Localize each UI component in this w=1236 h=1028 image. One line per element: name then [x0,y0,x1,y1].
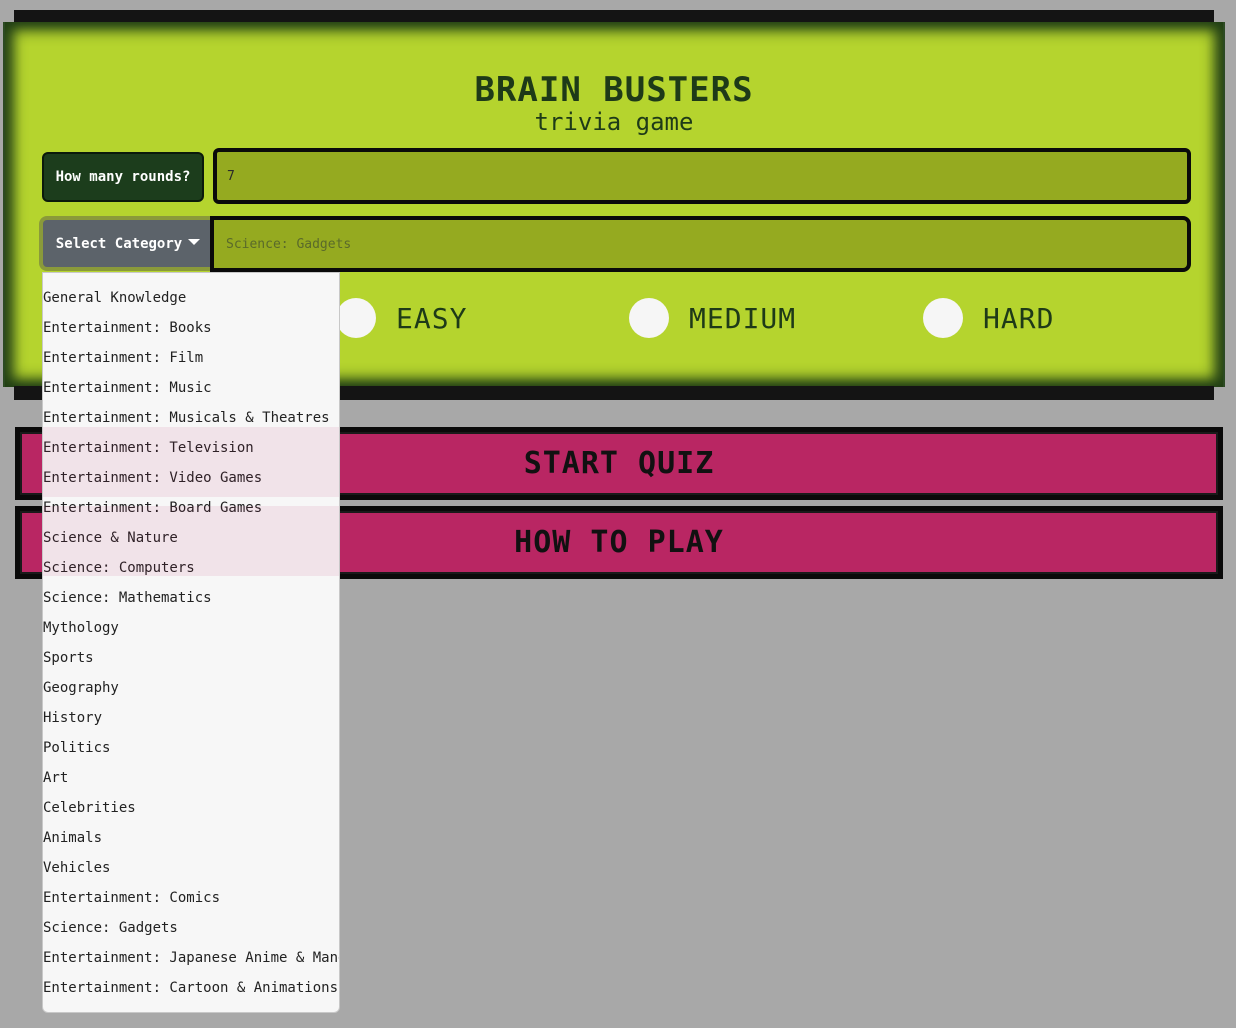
dropdown-item[interactable]: Science & Nature [43,523,339,553]
difficulty-option-hard[interactable]: HARD [923,297,1054,339]
dropdown-item[interactable]: Entertainment: Music [43,373,339,403]
dropdown-item[interactable]: Entertainment: Cartoon & Animations [43,973,339,1003]
rounds-label: How many rounds? [42,152,204,202]
dropdown-item[interactable]: Animals [43,823,339,853]
dropdown-item[interactable]: Entertainment: Books [43,313,339,343]
page-title: BRAIN BUSTERS [474,70,754,110]
dropdown-list: General Knowledge Entertainment: Books E… [43,273,339,1003]
select-category-label: Select Category [55,235,183,252]
dropdown-item[interactable]: Science: Mathematics [43,583,339,613]
dropdown-item[interactable]: Geography [43,673,339,703]
radio-easy[interactable] [336,298,376,338]
how-to-play-label: HOW TO PLAY [514,525,724,560]
dropdown-item[interactable]: Entertainment: Musicals & Theatres [43,403,339,433]
difficulty-option-medium[interactable]: MEDIUM [629,297,796,339]
dropdown-item[interactable]: Entertainment: Television [43,433,339,463]
dropdown-item[interactable]: Entertainment: Japanese Anime & Manga [43,943,339,973]
select-category-button[interactable]: Select Category [39,216,213,271]
dropdown-item[interactable]: Entertainment: Film [43,343,339,373]
dropdown-item[interactable]: Mythology [43,613,339,643]
difficulty-label-easy: EASY [396,301,468,335]
category-input[interactable] [210,216,1191,272]
dropdown-item[interactable]: Science: Gadgets [43,913,339,943]
page-subtitle: trivia game [534,108,694,136]
dropdown-item[interactable]: Entertainment: Video Games [43,463,339,493]
rounds-input[interactable] [213,148,1191,204]
difficulty-label-medium: MEDIUM [689,301,797,335]
difficulty-option-easy[interactable]: EASY [336,297,467,339]
start-quiz-label: START QUIZ [523,446,715,481]
dropdown-item[interactable]: History [43,703,339,733]
dropdown-item[interactable]: Politics [43,733,339,763]
dropdown-item[interactable]: General Knowledge [43,283,339,313]
dropdown-item[interactable]: Entertainment: Board Games [43,493,339,523]
dropdown-item[interactable]: Entertainment: Comics [43,883,339,913]
radio-hard[interactable] [923,298,963,338]
caret-down-icon [188,238,201,245]
dropdown-item[interactable]: Sports [43,643,339,673]
radio-medium[interactable] [629,298,669,338]
difficulty-label-hard: HARD [983,301,1055,335]
dropdown-item[interactable]: Celebrities [43,793,339,823]
dropdown-item[interactable]: Science: Computers [43,553,339,583]
dropdown-item[interactable]: Vehicles [43,853,339,883]
dropdown-item[interactable]: Art [43,763,339,793]
category-dropdown-menu: General Knowledge Entertainment: Books E… [42,272,340,1013]
